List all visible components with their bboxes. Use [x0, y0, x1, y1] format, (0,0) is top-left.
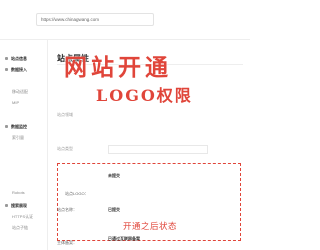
logo-label: 站点LOGO： — [65, 191, 89, 196]
promo-title-overlay: 网站开通 — [64, 54, 172, 81]
page: https://www.chinagwang.com 站点信息 数据接入 移动适… — [0, 0, 250, 250]
sidebar-item-sub-9[interactable] — [0, 155, 48, 165]
site-field-label: 站点领域 — [57, 112, 73, 117]
sidebar-item-index[interactable]: 索引量 — [0, 133, 48, 143]
data-monitor-icon — [5, 125, 8, 129]
top-links — [168, 12, 234, 28]
sidebar-item-sub-5[interactable] — [0, 109, 48, 119]
sidebar-item-mobile-adapt[interactable]: 移动适配 — [0, 87, 48, 97]
search-display-icon — [5, 204, 8, 208]
after-open-caption: 开通之后状态 — [123, 221, 178, 231]
sidebar-item-robots[interactable]: Robots — [0, 188, 48, 198]
site-info-icon — [5, 57, 8, 61]
sidebar-item-data-access[interactable]: 数据接入 — [0, 65, 48, 75]
icp-status: 已通过互联网备案 — [108, 236, 140, 241]
icp-label: 主体备案： — [57, 240, 77, 245]
sidebar: 站点信息 数据接入 移动适配 MIP 数据监控 索引量 Robots 搜索展现 … — [0, 40, 48, 250]
sidebar-item-data-monitor[interactable]: 数据监控 — [0, 122, 48, 132]
sidebar-item-sitelinks[interactable]: 站点子链 — [0, 223, 48, 233]
site-name-label: 站点名称： — [57, 207, 77, 212]
site-type-label: 站点类型 — [57, 146, 73, 151]
sidebar-item-link-submit[interactable] — [0, 76, 48, 86]
top-bar: https://www.chinagwang.com — [0, 0, 250, 40]
promo-subtitle-overlay: LOGO权限 — [96, 86, 193, 105]
sidebar-item-mip[interactable]: MIP — [0, 98, 48, 108]
site-type-field[interactable] — [108, 145, 208, 154]
sidebar-item-label: 数据监控 — [11, 124, 27, 129]
sidebar-item-site-info[interactable]: 站点信息 — [0, 54, 48, 64]
site-name-status: 已提交 — [108, 207, 120, 212]
sidebar-item-sub-8[interactable] — [0, 144, 48, 154]
site-domain-selector[interactable]: https://www.chinagwang.com — [36, 13, 154, 26]
sidebar-item-label: 搜索展现 — [11, 203, 27, 208]
logo-status: 未提交 — [108, 173, 120, 178]
sidebar-item-https[interactable]: HTTPS认证 — [0, 212, 48, 222]
sidebar-item-sub-10[interactable] — [0, 166, 48, 176]
sidebar-item-label: 站点信息 — [11, 56, 27, 61]
sidebar-item-label: 数据接入 — [11, 67, 27, 72]
sidebar-item-sub-11[interactable] — [0, 177, 48, 187]
data-access-icon — [5, 68, 8, 72]
logo-section: 站点LOGO： 未提交 开通之后状态 — [57, 163, 241, 241]
sidebar-item-search-display[interactable]: 搜索展现 — [0, 201, 48, 211]
